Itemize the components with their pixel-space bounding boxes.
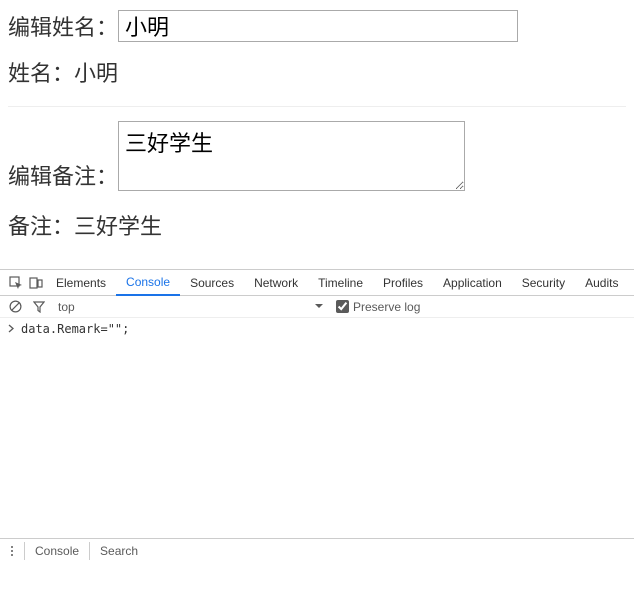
device-toolbar-icon[interactable] [26,270,46,296]
console-prompt-icon [8,322,16,336]
tab-timeline[interactable]: Timeline [308,270,373,296]
console-body[interactable]: data.Remark=""; [0,318,634,538]
tab-elements[interactable]: Elements [46,270,116,296]
console-input-text: data.Remark=""; [21,322,129,336]
edit-name-row: 编辑姓名： [8,10,626,42]
tab-application[interactable]: Application [433,270,512,296]
divider [8,106,626,107]
display-name-row: 姓名：小明 [8,56,626,88]
drawer-tab-console[interactable]: Console [24,542,90,560]
inspect-icon[interactable] [6,270,26,296]
devtools-panel: Elements Console Sources Network Timelin… [0,269,634,538]
chevron-down-icon[interactable] [314,301,326,313]
remark-textarea[interactable] [118,121,465,191]
edit-remark-row: 编辑备注： [8,121,626,191]
tab-profiles[interactable]: Profiles [373,270,433,296]
display-remark-label: 备注： [8,214,74,239]
edit-remark-label: 编辑备注： [8,159,118,191]
tab-console[interactable]: Console [116,270,180,296]
tab-security[interactable]: Security [512,270,575,296]
devtools-drawer: Console Search [0,538,634,562]
edit-name-label: 编辑姓名： [8,10,118,42]
filter-icon[interactable] [30,298,48,316]
display-name-value: 小明 [74,61,118,86]
drawer-tab-search[interactable]: Search [90,542,148,560]
console-toolbar: top Preserve log [0,296,634,318]
display-remark-row: 备注：三好学生 [8,209,626,241]
page-content: 编辑姓名： 姓名：小明 编辑备注： 备注：三好学生 [0,0,634,269]
context-selector[interactable]: top [58,300,75,314]
tab-sources[interactable]: Sources [180,270,244,296]
preserve-log-label: Preserve log [353,300,420,314]
display-remark-value: 三好学生 [74,214,162,239]
tab-audits[interactable]: Audits [575,270,628,296]
drawer-menu-icon[interactable] [6,545,24,557]
name-input[interactable] [118,10,518,42]
display-name-label: 姓名： [8,61,74,86]
devtools-tabs: Elements Console Sources Network Timelin… [0,270,634,296]
preserve-log-checkbox[interactable] [336,300,349,313]
clear-console-icon[interactable] [6,298,24,316]
console-line: data.Remark=""; [8,322,626,336]
tab-network[interactable]: Network [244,270,308,296]
